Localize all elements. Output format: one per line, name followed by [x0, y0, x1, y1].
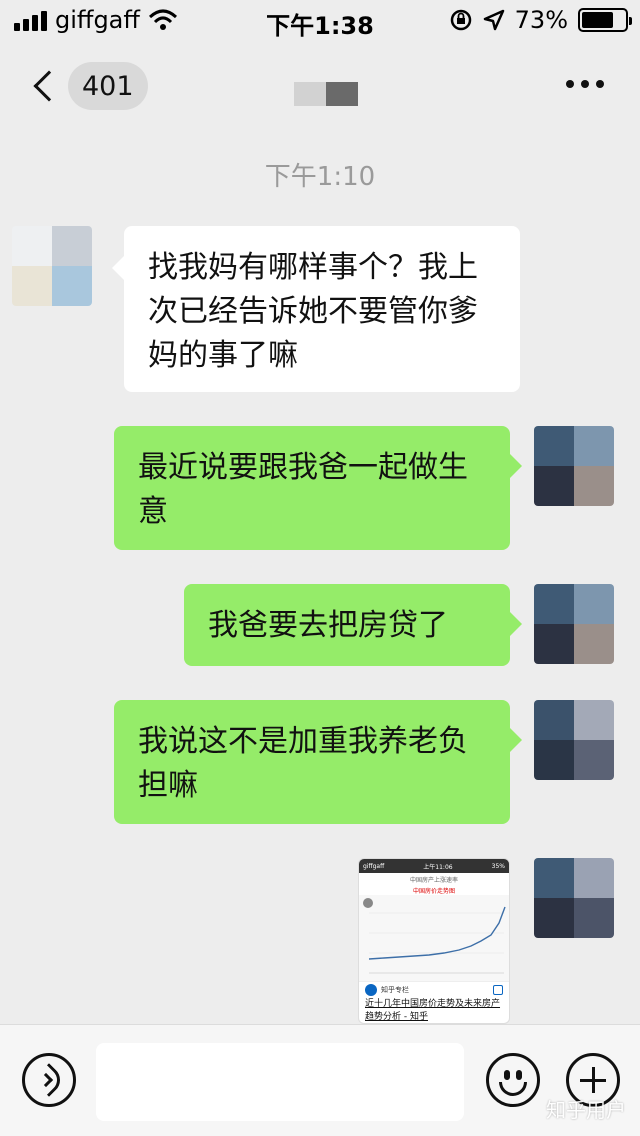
- share-icon: [493, 985, 503, 995]
- message-text: 找我妈有哪样事个？我上次已经告诉她不要管你爹妈的事了嘛: [148, 250, 478, 373]
- article-source-row: 知乎专栏: [359, 981, 509, 998]
- shared-screenshot-image[interactable]: giffgaff 上午11:06 35% 中国房产上涨速率 中国房价走势图 知乎…: [358, 858, 510, 1024]
- message-text: 我爸要去把房贷了: [208, 608, 448, 643]
- self-avatar[interactable]: [534, 700, 614, 780]
- battery-level: [582, 12, 613, 28]
- contact-avatar[interactable]: [12, 226, 92, 306]
- zhihu-logo-icon: [365, 984, 377, 996]
- status-bar: giffgaff 下午1:38 73%: [0, 0, 640, 40]
- unread-count-badge: 401: [68, 62, 148, 110]
- input-bar: [0, 1024, 640, 1136]
- message-bubble-incoming[interactable]: 找我妈有哪样事个？我上次已经告诉她不要管你爹妈的事了嘛: [112, 226, 520, 392]
- message-bubble-outgoing[interactable]: 我说这不是加重我养老负担嘛: [114, 700, 522, 824]
- self-avatar[interactable]: [534, 858, 614, 938]
- price-trend-thumbnail: [359, 895, 509, 981]
- back-button[interactable]: 401: [28, 62, 148, 110]
- message-text: 我说这不是加重我养老负担嘛: [138, 724, 468, 803]
- watermark: 知乎用户: [546, 1098, 626, 1122]
- battery-percent: 73%: [514, 6, 568, 34]
- message-bubble-outgoing[interactable]: 我爸要去把房贷了: [184, 584, 522, 666]
- more-options-button[interactable]: [566, 80, 604, 88]
- message-text: 最近说要跟我爸一起做生意: [138, 450, 468, 529]
- chat-header: 401: [0, 44, 640, 128]
- screenshot-header: 中国房产上涨速率: [409, 877, 458, 884]
- emoji-button[interactable]: [486, 1053, 540, 1107]
- chevron-left-icon: [33, 70, 65, 102]
- self-avatar[interactable]: [534, 584, 614, 664]
- self-avatar[interactable]: [534, 426, 614, 506]
- location-icon: [483, 9, 504, 31]
- message-timestamp: 下午1:10: [264, 162, 376, 192]
- screenshot-chart-title: 中国房价走势图: [412, 888, 455, 895]
- article-title: 近十几年中国房价走势及未来房产趋势分析 - 知乎: [365, 999, 501, 1022]
- rotation-lock-icon: [450, 9, 471, 31]
- message-input[interactable]: [96, 1043, 464, 1121]
- contact-name-blurred: [294, 82, 358, 106]
- battery-icon: [578, 8, 632, 32]
- status-right-group: 73%: [449, 6, 632, 34]
- ellipsis-icon: [566, 80, 574, 88]
- voice-button[interactable]: [22, 1053, 76, 1107]
- message-bubble-outgoing[interactable]: 最近说要跟我爸一起做生意: [114, 426, 522, 550]
- screenshot-statusbar: giffgaff 上午11:06 35%: [359, 859, 509, 873]
